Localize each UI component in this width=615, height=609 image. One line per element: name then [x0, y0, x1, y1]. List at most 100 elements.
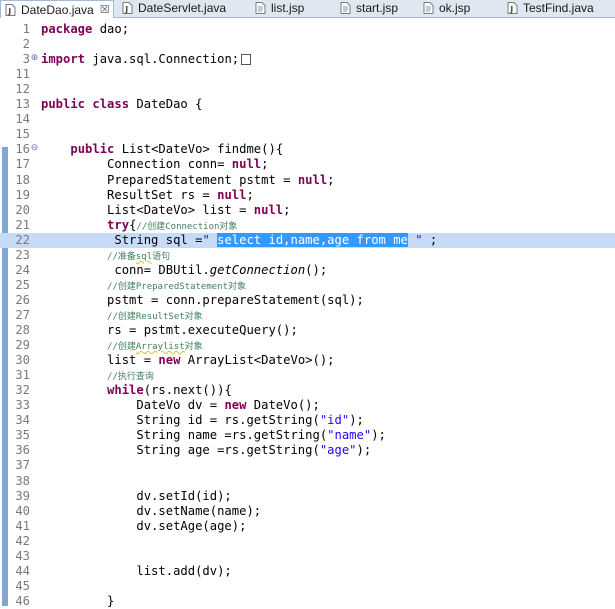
code-line[interactable]: 21 try{//创建Connection对象	[0, 218, 615, 233]
code-text[interactable]: list = new ArrayList<DateVo>();	[41, 353, 334, 368]
tab-list-jsp[interactable]: list.jsp	[251, 0, 323, 16]
code-line[interactable]: 43	[0, 549, 615, 564]
code-text[interactable]: DateVo dv = new DateVo();	[41, 398, 319, 413]
line-number: 36	[15, 443, 30, 458]
code-line[interactable]: 30 list = new ArrayList<DateVo>();	[0, 353, 615, 368]
svg-text:J: J	[509, 5, 513, 14]
code-text[interactable]: List<DateVo> list = null;	[41, 203, 290, 218]
code-text[interactable]: while(rs.next()){	[41, 383, 232, 398]
code-line[interactable]: 1 package dao;	[0, 22, 615, 37]
code-text[interactable]: conn= DBUtil.getConnection();	[41, 263, 327, 278]
line-number: 16	[15, 142, 30, 157]
line-number: 17	[15, 157, 30, 172]
code-text[interactable]: list.add(dv);	[41, 564, 231, 579]
line-number: 27	[15, 307, 30, 322]
code-line[interactable]: 3 ⊕ import java.sql.Connection;	[0, 52, 615, 67]
code-line[interactable]: 14	[0, 112, 615, 127]
line-number: 30	[15, 353, 30, 368]
code-line[interactable]: 12	[0, 82, 615, 97]
line-number: 15	[15, 127, 30, 142]
code-line[interactable]: 23 //准备sql语句	[0, 248, 615, 263]
collapse-fold-icon[interactable]: ⊖	[30, 144, 39, 153]
code-line[interactable]: 40 dv.setName(name);	[0, 504, 615, 519]
code-line[interactable]: 2	[0, 37, 615, 52]
line-number: 35	[15, 428, 30, 443]
java-file-icon: J	[122, 2, 133, 14]
code-text[interactable]: pstmt = conn.prepareStatement(sql);	[41, 293, 364, 308]
code-line[interactable]: 25 //创建PreparedStatement对象	[0, 278, 615, 293]
line-number: 41	[15, 518, 30, 533]
code-line[interactable]: 11	[0, 67, 615, 82]
line-number: 24	[15, 262, 30, 277]
code-line[interactable]: 37	[0, 458, 615, 473]
code-line[interactable]: 13 public class DateDao {	[0, 97, 615, 112]
expand-fold-icon[interactable]: ⊕	[30, 54, 39, 63]
code-line[interactable]: 35 String name =rs.getString("name");	[0, 428, 615, 443]
line-number: 23	[15, 247, 30, 262]
code-line[interactable]: 19 ResultSet rs = null;	[0, 188, 615, 203]
tab-label: DateDao.java	[21, 2, 94, 17]
tab-dateservlet-java[interactable]: J DateServlet.java	[118, 0, 242, 16]
code-text[interactable]: dv.setName(name);	[41, 504, 261, 519]
code-line[interactable]: 39 dv.setId(id);	[0, 489, 615, 504]
code-line[interactable]: 27 //创建ResultSet对象	[0, 308, 615, 323]
code-text[interactable]: rs = pstmt.executeQuery();	[41, 323, 298, 338]
java-file-icon: J	[507, 2, 518, 14]
tab-testfind-java[interactable]: J TestFind.java	[503, 0, 603, 16]
code-text[interactable]: public List<DateVo> findme(){	[41, 142, 283, 157]
code-line[interactable]: 31 //执行查询	[0, 368, 615, 383]
code-line[interactable]: 42	[0, 534, 615, 549]
code-text[interactable]: String id = rs.getString("id");	[41, 413, 364, 428]
close-tab-icon[interactable]: ☒	[100, 3, 110, 16]
code-line[interactable]: 36 String age =rs.getString("age");	[0, 443, 615, 458]
code-text[interactable]: dv.setAge(age);	[41, 519, 246, 534]
code-line[interactable]: 17 Connection conn= null;	[0, 157, 615, 172]
code-text[interactable]: package dao;	[41, 22, 129, 37]
line-number: 46	[15, 593, 30, 608]
line-number: 34	[15, 413, 30, 428]
line-number: 14	[15, 112, 30, 127]
line-number: 37	[15, 458, 30, 473]
code-line[interactable]: 28 rs = pstmt.executeQuery();	[0, 323, 615, 338]
tab-datedao-java[interactable]: J DateDao.java ☒	[0, 0, 114, 18]
code-text[interactable]: String name =rs.getString("name");	[41, 428, 386, 443]
jsp-file-icon	[423, 2, 434, 14]
code-line[interactable]: 41 dv.setAge(age);	[0, 519, 615, 534]
code-line[interactable]: 32 while(rs.next()){	[0, 383, 615, 398]
code-line[interactable]: 46 }	[0, 594, 615, 609]
tab-ok-jsp[interactable]: ok.jsp	[419, 0, 491, 16]
code-line[interactable]: 44 list.add(dv);	[0, 564, 615, 579]
line-number: 28	[15, 323, 30, 337]
code-text[interactable]: String sql =" select id,name,age from me…	[41, 232, 437, 248]
code-text[interactable]: dv.setId(id);	[41, 489, 231, 504]
code-text[interactable]: ResultSet rs = null;	[41, 188, 254, 203]
code-line[interactable]: 16 ⊖ public List<DateVo> findme(){	[0, 142, 615, 157]
tab-start-jsp[interactable]: start.jsp	[336, 0, 406, 16]
code-text[interactable]: PreparedStatement pstmt = null;	[41, 173, 334, 188]
line-number: 19	[15, 187, 30, 202]
code-text[interactable]: import java.sql.Connection;	[41, 52, 252, 67]
line-number: 40	[15, 503, 30, 518]
code-line[interactable]: 20 List<DateVo> list = null;	[0, 203, 615, 218]
code-line[interactable]: 15	[0, 127, 615, 142]
code-line[interactable]: 24 conn= DBUtil.getConnection();	[0, 263, 615, 278]
line-number: 29	[15, 338, 30, 353]
line-number: 11	[15, 67, 30, 82]
java-file-icon: J	[5, 3, 16, 16]
code-line[interactable]: 38	[0, 474, 615, 489]
code-editor[interactable]: 1 package dao; 2 3 ⊕ import java.sql.Connecti…	[0, 18, 615, 609]
code-text[interactable]: public class DateDao {	[41, 97, 202, 112]
line-number: 45	[15, 578, 30, 593]
code-line[interactable]: 33 DateVo dv = new DateVo();	[0, 398, 615, 413]
code-text[interactable]: String age =rs.getString("age");	[41, 443, 371, 458]
code-line[interactable]: 26 pstmt = conn.prepareStatement(sql);	[0, 293, 615, 308]
code-line[interactable]: 22 String sql =" select id,name,age from…	[0, 232, 615, 248]
svg-text:J: J	[124, 5, 128, 14]
code-line[interactable]: 18 PreparedStatement pstmt = null;	[0, 173, 615, 188]
code-text[interactable]: }	[41, 594, 114, 609]
code-text[interactable]: Connection conn= null;	[41, 157, 268, 172]
code-line[interactable]: 34 String id = rs.getString("id");	[0, 413, 615, 428]
code-line[interactable]: 45	[0, 579, 615, 594]
line-number: 32	[15, 383, 30, 398]
code-line[interactable]: 29 //创建Arraylist对象	[0, 338, 615, 353]
